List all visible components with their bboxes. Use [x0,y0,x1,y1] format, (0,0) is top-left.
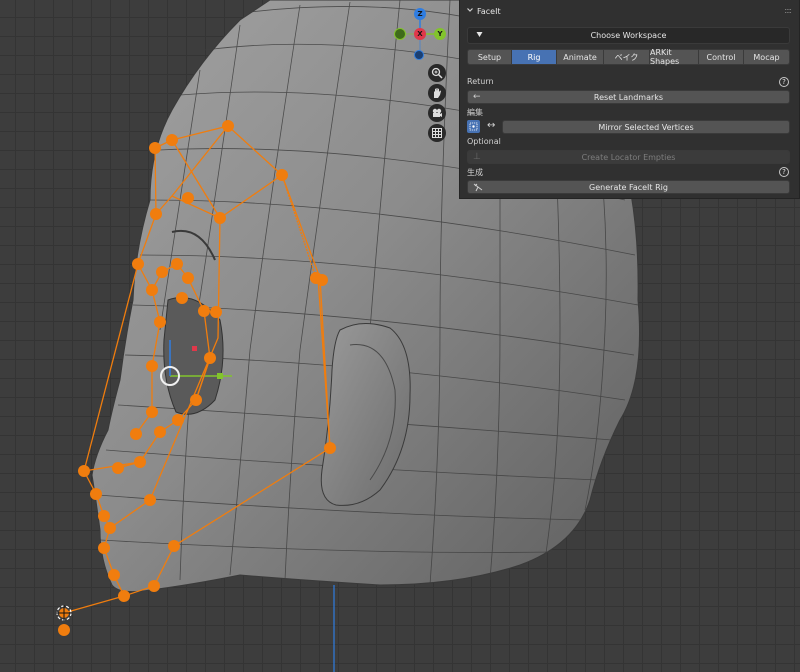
generate-faceit-rig-label: Generate FaceIt Rig [589,182,668,192]
drag-grip-icon[interactable]: :::: [784,6,792,15]
grid-icon[interactable] [428,124,446,142]
landmark-vertex [154,316,166,328]
landmark-vertex [150,208,162,220]
generate-faceit-rig-button[interactable]: Generate FaceIt Rig [467,180,790,194]
landmark-vertex [134,456,146,468]
landmark-vertex [190,394,202,406]
landmark-vertex [78,465,90,477]
tab-animate[interactable]: Animate [557,49,604,65]
help-icon[interactable]: ? [779,77,789,87]
landmark-vertex [182,272,194,284]
landmark-vertex [90,488,102,500]
arrow-left-icon: ← [473,92,481,102]
landmark-vertex [210,306,222,318]
mirror-selected-label: Mirror Selected Vertices [598,122,694,132]
landmark-vertex [58,624,70,636]
gizmo-z-axis[interactable]: Z [414,8,426,20]
landmark-vertex [168,540,180,552]
mirror-selected-vertices-button[interactable]: Mirror Selected Vertices [502,120,790,134]
landmark-vertex [132,258,144,270]
landmark-vertex [112,462,124,474]
landmark-vertex [222,120,234,132]
landmark-vertex [214,212,226,224]
panel-title: FaceIt [477,7,501,16]
tab-control[interactable]: Control [699,49,744,65]
chevron-down-icon[interactable] [466,6,474,16]
landmark-vertex [276,169,288,181]
landmark-vertex [204,352,216,364]
gizmo-handle-red[interactable] [192,346,197,351]
gizmo-neg-y-axis[interactable] [394,28,406,40]
3d-cursor-icon [56,605,72,621]
landmark-vertex [146,360,158,372]
landmark-vertex [104,522,116,534]
reset-landmarks-label: Reset Landmarks [593,92,664,102]
tab-arkit-shapes[interactable]: ARKit Shapes [650,48,699,66]
landmark-vertex [324,442,336,454]
landmark-vertex [108,569,120,581]
landmark-vertex [148,580,160,592]
landmark-vertex [130,428,142,440]
choose-workspace-label: Choose Workspace [590,31,667,40]
optional-label: Optional [467,137,501,146]
locator-icon: ⊥ [473,152,481,162]
gizmo-y-axis[interactable]: Y [434,28,446,40]
create-locator-label: Create Locator Empties [581,152,676,162]
camera-icon[interactable] [428,104,446,122]
landmark-vertex [171,258,183,270]
landmark-vertex [144,494,156,506]
tab-rig[interactable]: Rig [512,49,557,65]
landmark-vertex [98,542,110,554]
tab-mocap[interactable]: Mocap [744,49,790,65]
zoom-icon[interactable] [428,64,446,82]
tab-bake[interactable]: ベイク [604,49,650,65]
gizmo-handle-green[interactable] [217,373,223,379]
double-arrow-icon: ↔ [487,120,496,131]
gizmo-neg-z-axis[interactable] [414,50,424,60]
gizmo-x-axis[interactable]: X [414,28,426,40]
landmark-vertex [154,426,166,438]
faceit-panel: FaceIt :::: Choose Workspace Setup Rig A… [459,0,800,199]
landmark-vertex [316,274,328,286]
landmark-vertex [98,510,110,522]
landmark-vertex [118,590,130,602]
landmark-vertex [156,266,168,278]
armature-icon [473,182,483,195]
landmark-vertex [182,192,194,204]
landmark-vertex [172,414,184,426]
vertex-select-icon[interactable] [467,120,480,133]
landmark-vertex [149,142,161,154]
edit-label: 編集 [467,108,483,117]
create-locator-empties-button[interactable]: ⊥ Create Locator Empties [467,150,790,164]
hand-icon[interactable] [428,84,446,102]
reset-landmarks-button[interactable]: ← Reset Landmarks [467,90,790,104]
choose-workspace-dropdown[interactable]: Choose Workspace [467,27,790,44]
return-label: Return [467,77,494,86]
triangle-down-icon [476,31,483,41]
landmark-vertex [146,284,158,296]
landmark-vertex [146,406,158,418]
tab-setup[interactable]: Setup [467,49,512,65]
landmark-vertex [176,292,188,304]
help-icon-generate[interactable]: ? [779,167,789,177]
generate-label: 生成 [467,168,483,177]
landmark-vertex [166,134,178,146]
panel-header[interactable]: FaceIt :::: [460,0,799,24]
landmark-vertex [198,305,210,317]
